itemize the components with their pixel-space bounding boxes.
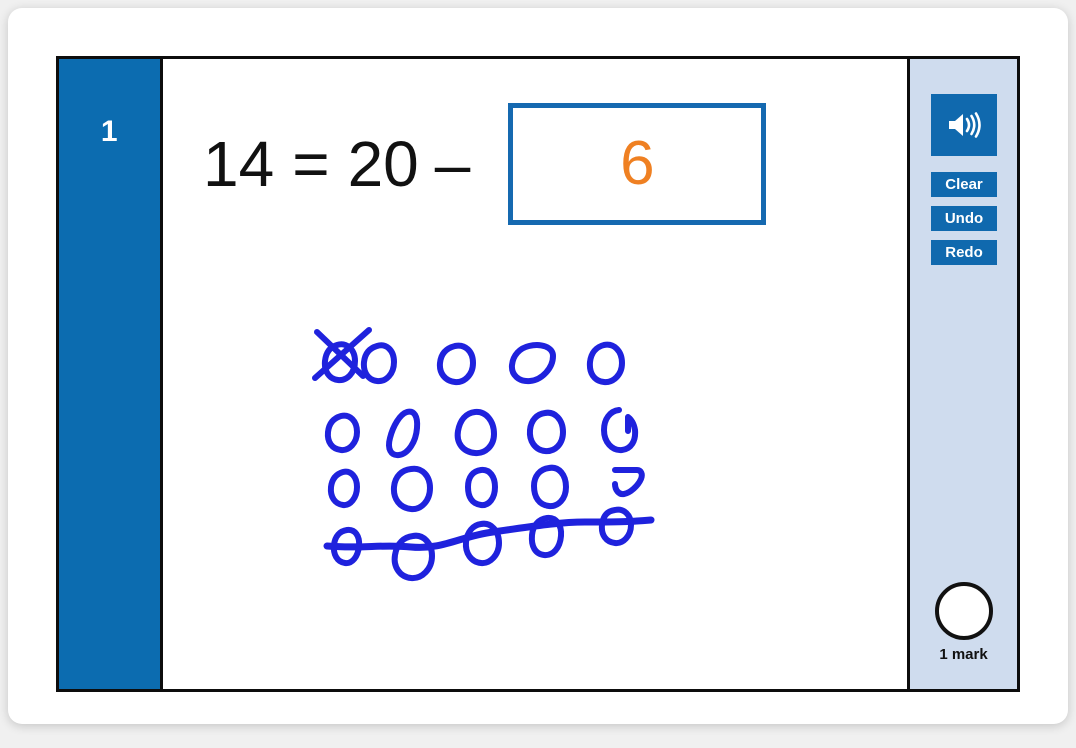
equation: 14 = 20 – 6 <box>203 103 767 225</box>
clear-button[interactable]: Clear <box>931 172 997 197</box>
circle-row-3 <box>327 464 645 513</box>
equation-equals-sign: = <box>292 128 330 200</box>
mark-label: 1 mark <box>939 646 988 663</box>
equation-left-operand: 14 <box>203 128 275 200</box>
circle-row-1 <box>312 327 625 386</box>
circle-row-4-struck <box>323 506 655 582</box>
equation-right-operand: 20 <box>347 128 419 200</box>
undo-button[interactable]: Undo <box>931 206 997 231</box>
redo-button[interactable]: Redo <box>931 240 997 265</box>
equation-minus-sign: – <box>434 128 471 200</box>
circle-row-2 <box>324 407 639 459</box>
page-card: 1 14 = 20 – 6 Clear Undo Redo 1 mark <box>8 8 1068 724</box>
answer-input-box[interactable]: 6 <box>508 103 767 225</box>
question-number-strip: 1 <box>59 59 163 689</box>
handwriting-canvas[interactable] <box>312 324 713 604</box>
tool-panel: Clear Undo Redo 1 mark <box>907 59 1017 689</box>
work-area: 14 = 20 – 6 <box>163 59 907 689</box>
mark-indicator: 1 mark <box>910 582 1017 663</box>
mark-circle <box>934 582 993 640</box>
question-frame: 1 14 = 20 – 6 Clear Undo Redo 1 mark <box>56 56 1020 692</box>
answer-value: 6 <box>620 129 655 198</box>
question-number: 1 <box>100 115 119 148</box>
speaker-icon <box>947 111 981 139</box>
audio-play-button[interactable] <box>931 94 997 156</box>
